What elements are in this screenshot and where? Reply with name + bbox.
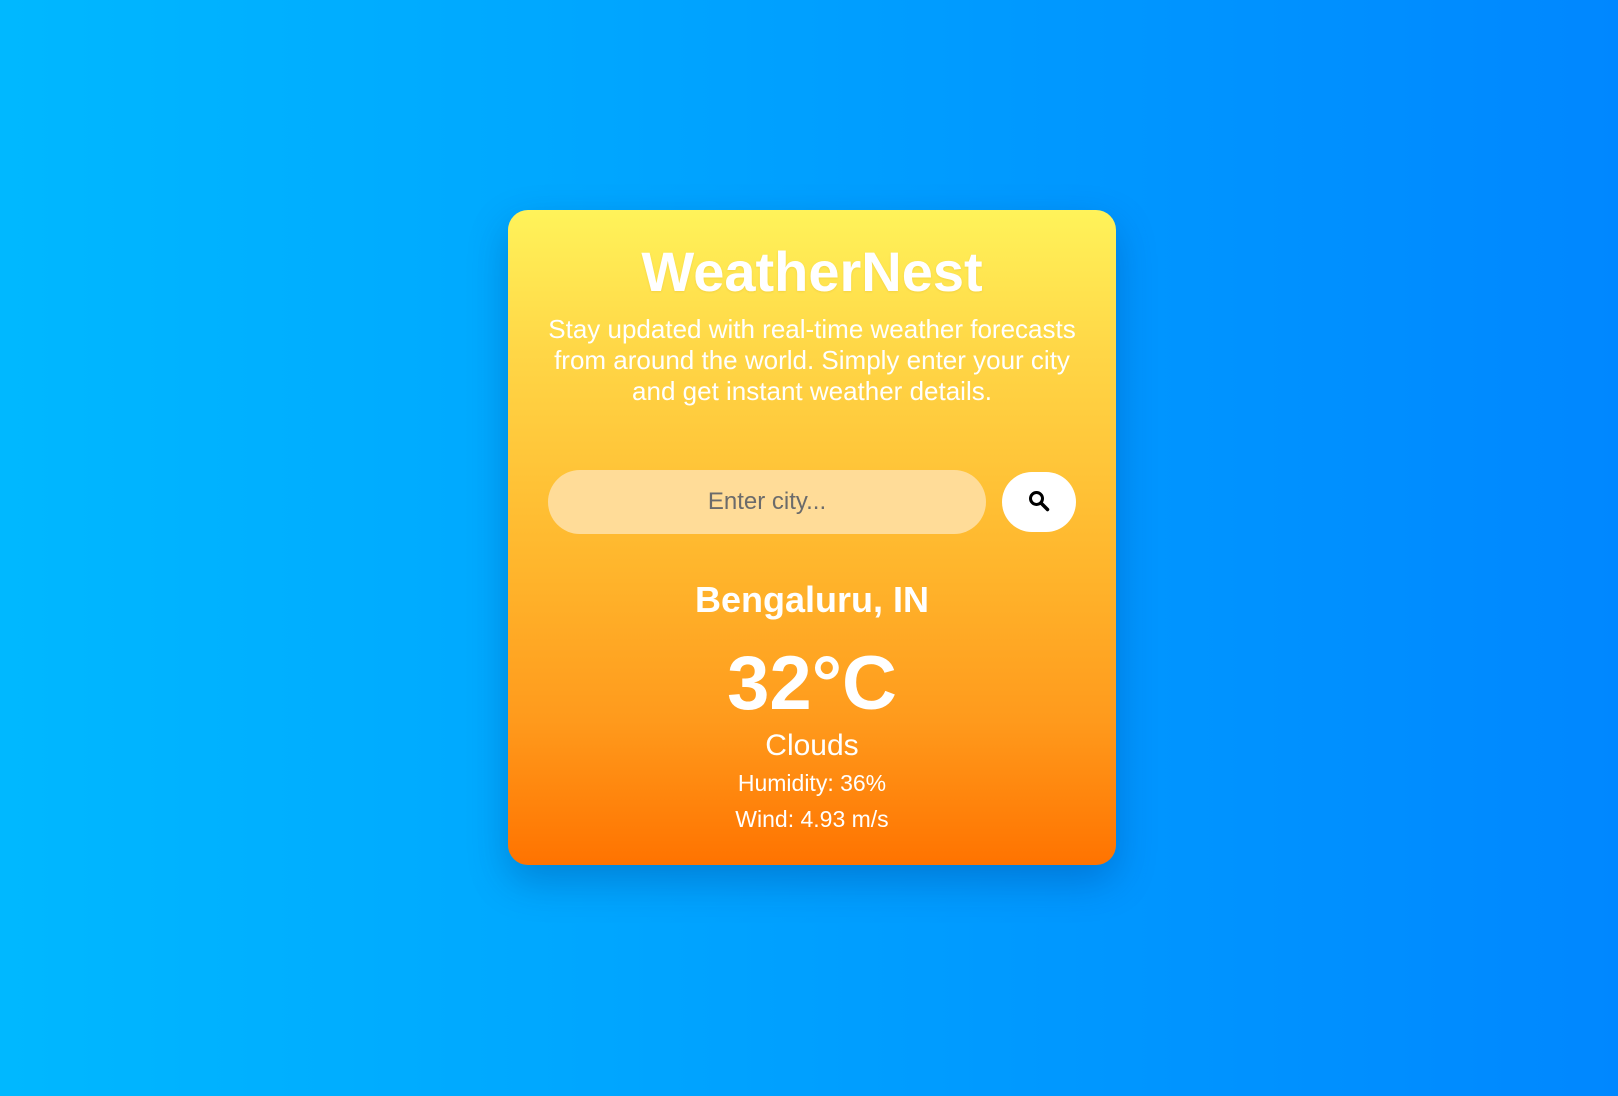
temperature-value: 32°C (727, 641, 897, 726)
location-name: Bengaluru, IN (694, 579, 930, 620)
wind-value: Wind: 4.93 m/s (735, 806, 889, 832)
search-icon (1028, 490, 1050, 515)
weather-condition: Clouds (765, 729, 859, 762)
app-subtitle: Stay updated with real-time weather fore… (548, 314, 1076, 406)
humidity-value: Humidity: 36% (737, 770, 887, 796)
app-title: WeatherNest (641, 240, 983, 303)
search-bar (548, 470, 1076, 534)
search-button[interactable] (1002, 472, 1076, 532)
weather-card: WeatherNest Stay updated with real-time … (508, 210, 1116, 865)
city-search-input[interactable] (548, 470, 986, 534)
